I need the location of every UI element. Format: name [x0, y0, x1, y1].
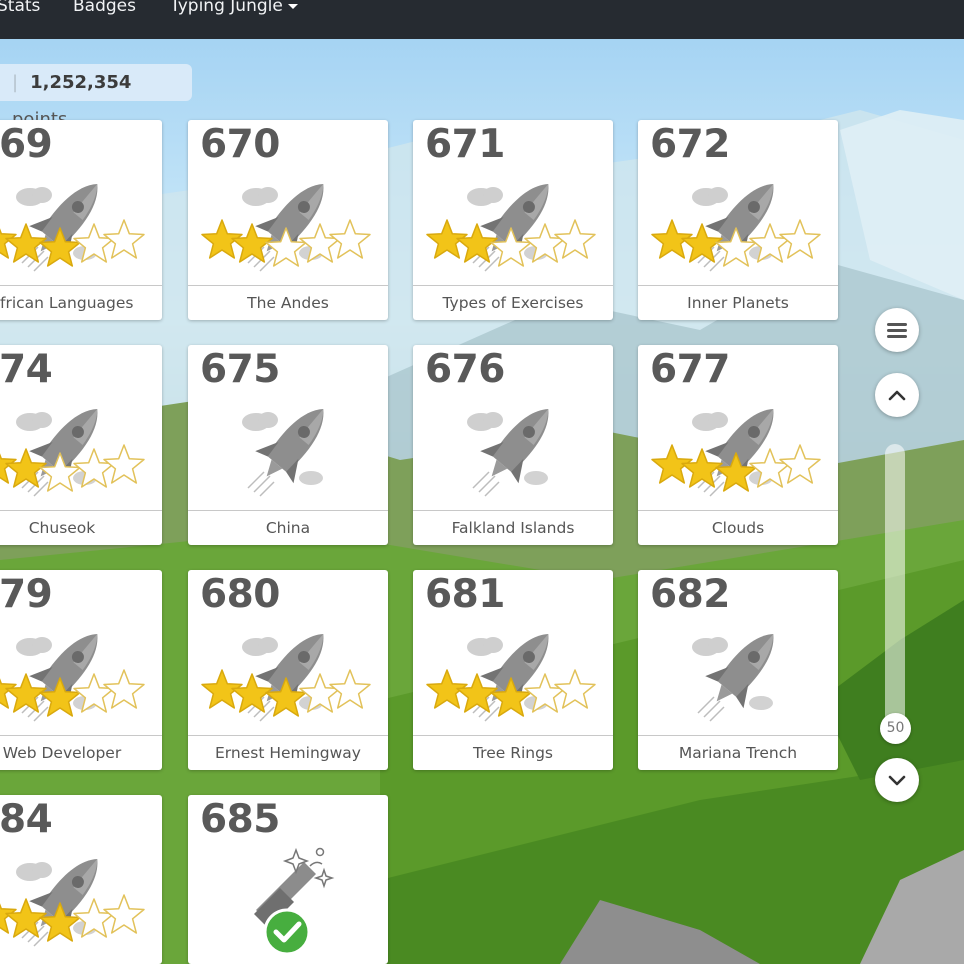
lesson-number: 74 — [0, 347, 53, 392]
lesson-number: 681 — [425, 572, 505, 617]
star-empty-icon — [554, 219, 596, 259]
lesson-number: 672 — [650, 122, 730, 167]
nav-badges-label: Badges — [73, 0, 136, 16]
lesson-title: Ernest Hemingway — [188, 735, 388, 770]
level-scroll-track[interactable] — [885, 444, 905, 734]
lesson-card[interactable]: 670 The Andes — [188, 120, 388, 320]
rocket-graphic — [467, 408, 549, 497]
star-empty-icon — [329, 669, 371, 709]
star-empty-icon — [779, 219, 821, 259]
scroll-down-button[interactable] — [875, 758, 919, 802]
rocket-graphic — [201, 183, 371, 272]
lesson-number: 676 — [425, 347, 505, 392]
divider: | — [12, 72, 19, 93]
nav-stats-label: Stats — [0, 0, 41, 16]
scroll-up-button[interactable] — [875, 373, 919, 417]
points-value: 1,252,354 — [30, 72, 132, 93]
rocket-graphic — [651, 408, 821, 497]
lesson-title: China — [188, 510, 388, 545]
rocket-icon — [0, 183, 145, 272]
star-empty-icon — [554, 669, 596, 709]
lesson-card[interactable]: 672 Inner Planets — [638, 120, 838, 320]
rocket-graphic — [242, 408, 324, 497]
rocket-graphic — [201, 633, 371, 722]
rocket-graphic — [0, 183, 145, 272]
points-counter: |1,252,354 points — [0, 64, 192, 130]
rocket-icon — [0, 858, 145, 947]
check-circle-icon — [263, 908, 311, 956]
lesson-title: Tree Rings — [413, 735, 613, 770]
menu-icon — [887, 323, 907, 338]
party-popper-check-icon — [254, 847, 335, 956]
rocket-graphic — [0, 633, 145, 722]
lesson-number: 79 — [0, 572, 53, 617]
lesson-number: 84 — [0, 797, 53, 842]
rocket-icon — [242, 408, 324, 497]
rocket-icon — [426, 183, 596, 272]
lesson-title: Chuseok — [0, 510, 162, 545]
rocket-graphic — [426, 183, 596, 272]
lesson-title: frican Languages — [0, 285, 162, 320]
caret-down-icon — [287, 3, 298, 9]
nav-typing-jungle[interactable]: Typing Jungle — [170, 0, 298, 16]
nav-stats[interactable]: Stats — [0, 0, 40, 16]
lesson-number: 675 — [200, 347, 280, 392]
top-navigation-bar: Stats Badges Typing Jungle — [0, 0, 964, 39]
star-empty-icon — [329, 219, 371, 259]
lesson-number: 670 — [200, 122, 280, 167]
lesson-title: Mariana Trench — [638, 735, 838, 770]
star-empty-icon — [103, 219, 145, 259]
star-empty-icon — [103, 444, 145, 484]
lesson-card[interactable]: 682 Mariana Trench — [638, 570, 838, 770]
rocket-icon — [426, 633, 596, 722]
lesson-title: Types of Exercises — [413, 285, 613, 320]
rocket-graphic — [426, 633, 596, 722]
lesson-card[interactable]: 79 Web Developer — [0, 570, 162, 770]
lesson-number: 685 — [200, 797, 280, 842]
rocket-icon — [467, 408, 549, 497]
lesson-card[interactable]: 675 China — [188, 345, 388, 545]
nav-badges[interactable]: Badges — [73, 0, 136, 16]
rocket-icon — [692, 633, 774, 722]
lesson-card[interactable]: 676 Falkland Islands — [413, 345, 613, 545]
lesson-title: Clouds — [638, 510, 838, 545]
lesson-card[interactable]: 681 Tree Rings — [413, 570, 613, 770]
star-empty-icon — [103, 894, 145, 934]
chevron-up-icon — [888, 390, 906, 401]
rocket-icon — [0, 633, 145, 722]
lesson-title: Inner Planets — [638, 285, 838, 320]
nav-typing-jungle-label: Typing Jungle — [170, 0, 283, 16]
rocket-graphic — [0, 408, 145, 497]
star-empty-icon — [103, 669, 145, 709]
lesson-title: Web Developer — [0, 735, 162, 770]
lesson-number: 671 — [425, 122, 505, 167]
lesson-number: 677 — [650, 347, 730, 392]
rocket-graphic — [651, 183, 821, 272]
lesson-number: 680 — [200, 572, 280, 617]
rocket-graphic — [0, 858, 145, 947]
lesson-card[interactable]: 84 — [0, 795, 162, 964]
lesson-card-current[interactable]: 685 — [188, 795, 388, 964]
rocket-graphic — [692, 633, 774, 722]
lesson-title: The Andes — [188, 285, 388, 320]
level-scroll-thumb[interactable]: 50 — [880, 713, 911, 744]
rocket-icon — [201, 633, 371, 722]
lesson-card[interactable]: 671 Types of Exercises — [413, 120, 613, 320]
rocket-icon — [651, 183, 821, 272]
lesson-card[interactable]: 74 Chuseok — [0, 345, 162, 545]
lesson-card[interactable]: 677 Clouds — [638, 345, 838, 545]
menu-button[interactable] — [875, 308, 919, 352]
lesson-card[interactable]: 69 frican Languages — [0, 120, 162, 320]
star-empty-icon — [779, 444, 821, 484]
rocket-icon — [651, 408, 821, 497]
lesson-number: 682 — [650, 572, 730, 617]
lesson-title: Falkland Islands — [413, 510, 613, 545]
chevron-down-icon — [888, 775, 906, 786]
rocket-icon — [0, 408, 145, 497]
party-popper-graphic — [254, 847, 335, 956]
lesson-card[interactable]: 680 Ernest Hemingway — [188, 570, 388, 770]
rocket-icon — [201, 183, 371, 272]
lesson-number: 69 — [0, 122, 53, 167]
